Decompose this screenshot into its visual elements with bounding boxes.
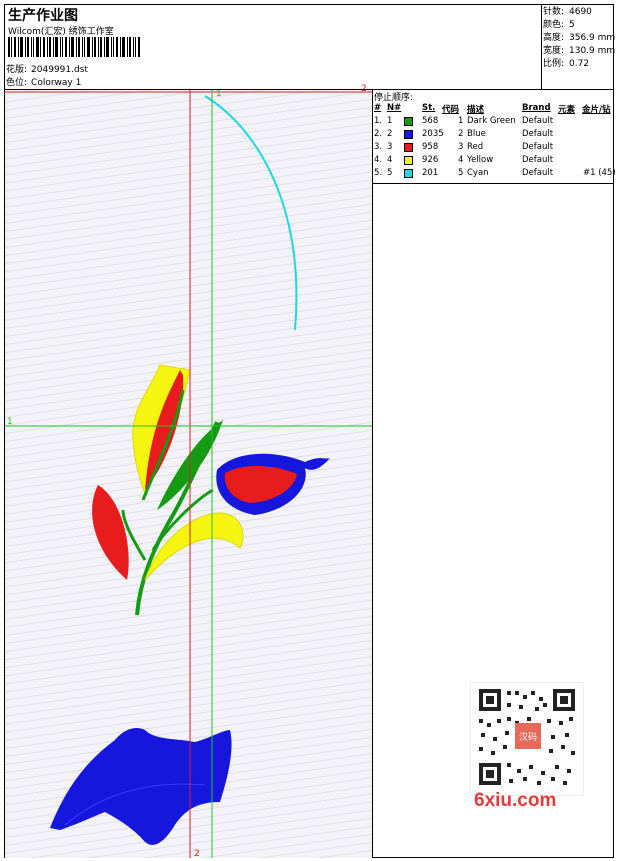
row-code: 4 <box>458 155 464 165</box>
row-brand: Default <box>522 155 554 165</box>
col-st: St. <box>422 103 436 113</box>
top-right-marker-2: 2 <box>361 84 367 94</box>
row-code: 3 <box>458 142 464 152</box>
col-brand: Brand <box>522 103 551 113</box>
row-needle: 2 <box>387 129 393 139</box>
embroidery-preview: 1 2 1 2 <box>5 90 372 858</box>
stop-sequence-table: 停止顺序: # N# St. 代码 描述 Brand 元素 金片/钻 1. 1 56… <box>373 90 616 184</box>
stat-width: 宽度: 130.9 mm <box>543 46 616 56</box>
col-element: 元素 <box>558 105 576 115</box>
row-desc: Cyan <box>467 168 489 178</box>
row-num: 4. <box>374 155 383 165</box>
site-logo: 6xiu.com <box>474 790 557 811</box>
stat-colors: 颜色: 5 <box>543 20 575 30</box>
design-file-label: 花版: <box>6 65 28 75</box>
row-num: 1. <box>374 116 383 126</box>
row-brand: Default <box>522 129 554 139</box>
design-file-line: 花版: 2049991.dst <box>6 62 88 75</box>
row-desc: Dark Green <box>467 116 516 126</box>
blue-bottom-leaf <box>50 728 232 845</box>
qr-center-text: 汉码 <box>519 732 537 743</box>
col-desc: 描述 <box>467 105 485 115</box>
row-desc: Red <box>467 142 484 152</box>
color-swatch <box>404 117 413 126</box>
row-num: 3. <box>374 142 383 152</box>
top-marker-1: 1 <box>216 90 222 99</box>
row-brand: Default <box>522 168 554 178</box>
design-file-value: 2049991.dst <box>31 65 88 75</box>
color-swatch <box>404 130 413 139</box>
barcode-icon <box>8 37 140 57</box>
design-canvas[interactable]: 1 2 1 2 <box>5 90 372 858</box>
row-code: 2 <box>458 129 464 139</box>
stat-stitches: 针数: 4690 <box>543 7 592 17</box>
color-swatch <box>404 169 413 178</box>
qr-code: 汉码 <box>470 682 584 796</box>
left-marker-1: 1 <box>7 417 13 427</box>
row-brand: Default <box>522 116 554 126</box>
colorway-line: 色位: Colorway 1 <box>6 75 81 88</box>
yellow-curved-leaf <box>144 512 244 581</box>
colorway-value: Colorway 1 <box>31 78 82 88</box>
row-needle: 1 <box>387 116 393 126</box>
row-stitches: 958 <box>422 142 439 152</box>
row-brand: Default <box>522 142 554 152</box>
stat-height: 高度: 356.9 mm <box>543 33 616 43</box>
row-code: 5 <box>458 168 464 178</box>
bottom-marker-2: 2 <box>194 849 200 858</box>
stats-divider <box>541 4 542 90</box>
row-needle: 3 <box>387 142 393 152</box>
software-name: Wilcom(汇宏) 绣饰工作室 <box>8 27 114 37</box>
color-swatch <box>404 156 413 165</box>
qr-code-icon: 汉码 <box>471 683 583 795</box>
page-title: 生产作业图 <box>8 8 78 24</box>
cyan-arc <box>204 95 298 331</box>
row-desc: Blue <box>467 129 486 139</box>
color-swatch <box>404 143 413 152</box>
col-num: # <box>374 103 382 113</box>
stat-scale: 比例: 0.72 <box>543 59 590 69</box>
stop-sequence-title: 停止顺序: <box>374 93 414 103</box>
row-code: 1 <box>458 116 464 126</box>
row-stitches: 2035 <box>422 129 444 139</box>
design-stats: 针数: 4690 颜色: 5 高度: 356.9 mm 宽度: 130.9 mm 比例:… <box>543 6 615 71</box>
row-stitches: 926 <box>422 155 439 165</box>
row-desc: Yellow <box>467 155 494 165</box>
row-needle: 5 <box>387 168 393 178</box>
row-needle: 4 <box>387 155 393 165</box>
row-stitches: 201 <box>422 168 439 178</box>
row-num: 2. <box>374 129 383 139</box>
row-sequin: #1 (45) <box>583 168 616 178</box>
row-num: 5. <box>374 168 383 178</box>
col-sequin: 金片/钻 <box>582 105 611 115</box>
colorway-label: 色位: <box>6 78 28 88</box>
canvas-divider <box>372 89 373 858</box>
red-left-leaf <box>92 485 129 580</box>
col-n: N# <box>387 103 402 113</box>
row-stitches: 568 <box>422 116 439 126</box>
col-code: 代码 <box>442 105 460 115</box>
